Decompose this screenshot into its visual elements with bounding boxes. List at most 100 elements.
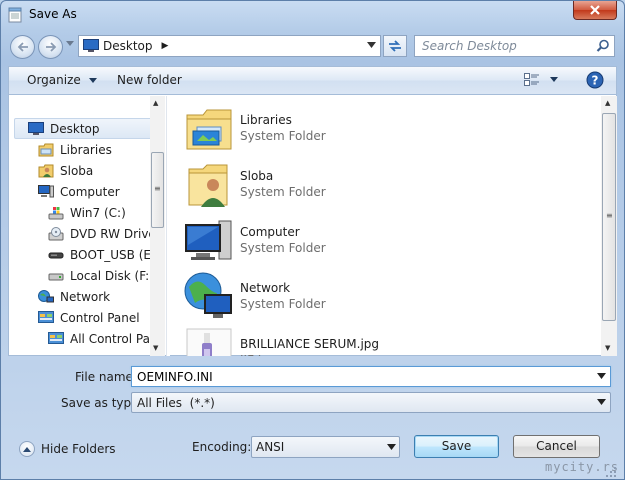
navigation-pane-scroll-thumb[interactable]: ≡: [151, 152, 164, 228]
pane-splitter[interactable]: [166, 96, 170, 356]
close-icon: [590, 5, 600, 15]
file-type: System Folder: [240, 185, 326, 199]
file-name: Computer: [240, 225, 300, 239]
file-type: JIF Image: [240, 353, 295, 356]
network-icon: [38, 290, 54, 303]
svg-text:?: ?: [592, 74, 599, 88]
back-button[interactable]: [10, 35, 35, 59]
forward-button[interactable]: [38, 35, 63, 59]
tree-item-control-panel[interactable]: Control Panel: [38, 308, 140, 328]
file-item-libraries[interactable]: Libraries System Folder: [183, 103, 583, 155]
search-input[interactable]: [422, 39, 592, 53]
libraries-icon: [38, 143, 54, 157]
tree-item-label: All Control Pan: [70, 332, 158, 346]
filename-dropdown-icon[interactable]: [597, 373, 606, 379]
file-type: System Folder: [240, 297, 326, 311]
command-bar: Organize New folder ?: [8, 66, 617, 94]
cancel-button[interactable]: Cancel: [513, 435, 600, 458]
address-history-dropdown-icon[interactable]: [367, 42, 376, 48]
scroll-up-arrow-icon[interactable]: ▲: [605, 99, 610, 107]
tree-item-label: Sloba: [60, 164, 94, 178]
scroll-up-arrow-icon[interactable]: ▲: [153, 99, 158, 107]
tree-item-label: Local Disk (F:): [70, 269, 154, 283]
windows-drive-icon: [48, 207, 64, 220]
file-name: Sloba: [240, 169, 274, 183]
filename-label: File name:: [75, 370, 137, 384]
savetype-value: All Files (*.*): [137, 396, 215, 410]
file-item-brilliance-serum[interactable]: BRILLIANCE SERUM.jpg JIF Image: [183, 327, 583, 356]
dvd-drive-icon: [48, 227, 64, 241]
hard-drive-icon: [48, 273, 64, 281]
browser-panes: Desktop Libraries Sloba Computer Win7 (C…: [8, 94, 617, 356]
organize-label: Organize: [27, 73, 81, 87]
tree-item-label: Control Panel: [60, 311, 140, 325]
address-bar[interactable]: Desktop ▶: [78, 35, 381, 57]
close-button[interactable]: [573, 1, 617, 20]
save-button[interactable]: Save: [414, 435, 499, 458]
desktop-icon: [28, 122, 44, 135]
tree-item-win7-c[interactable]: Win7 (C:): [48, 203, 126, 223]
tree-item-label: Win7 (C:): [70, 206, 126, 220]
tree-item-local-disk-f[interactable]: Local Disk (F:): [48, 266, 154, 286]
encoding-select[interactable]: ANSI: [251, 436, 400, 458]
computer-icon: [38, 185, 54, 198]
window-title: Save As: [29, 7, 77, 21]
hide-folders-button[interactable]: Hide Folders: [19, 441, 116, 457]
computer-icon: [185, 220, 232, 260]
tree-item-boot-usb[interactable]: BOOT_USB (E:): [48, 245, 160, 265]
search-box[interactable]: [414, 35, 615, 57]
file-item-computer[interactable]: Computer System Folder: [183, 215, 583, 267]
control-panel-icon: [48, 332, 64, 344]
tree-item-all-control-panel[interactable]: All Control Pan: [48, 329, 158, 349]
savetype-dropdown-icon[interactable]: [597, 399, 606, 405]
chevron-down-icon: [88, 78, 97, 83]
tree-item-label: Computer: [60, 185, 120, 199]
organize-button[interactable]: Organize: [27, 73, 97, 87]
arrow-right-icon: [45, 42, 56, 52]
tree-item-desktop[interactable]: Desktop: [28, 119, 100, 139]
recent-pages-dropdown-icon[interactable]: [66, 41, 74, 46]
notepad-icon: [8, 7, 22, 23]
file-list-scroll-thumb[interactable]: ≡: [602, 113, 616, 321]
breadcrumb-chevron-icon[interactable]: ▶: [162, 41, 169, 51]
tree-item-computer[interactable]: Computer: [38, 182, 120, 202]
filename-input[interactable]: [131, 366, 611, 387]
tree-item-label: Desktop: [50, 122, 100, 136]
address-location[interactable]: Desktop: [103, 39, 153, 53]
tree-item-dvd-drive[interactable]: DVD RW Drive (: [48, 224, 164, 244]
desktop-icon: [83, 39, 99, 52]
file-type: System Folder: [240, 241, 326, 255]
file-type: System Folder: [240, 129, 326, 143]
user-folder-icon: [188, 164, 228, 207]
file-item-sloba[interactable]: Sloba System Folder: [183, 159, 583, 211]
file-item-network[interactable]: Network System Folder: [183, 271, 583, 323]
scroll-down-arrow-icon[interactable]: ▼: [153, 344, 158, 352]
file-list[interactable]: Libraries System Folder Sloba System Fol…: [171, 96, 601, 356]
scroll-down-arrow-icon[interactable]: ▼: [605, 344, 610, 352]
file-name: BRILLIANCE SERUM.jpg: [240, 337, 380, 351]
control-panel-icon: [38, 311, 54, 323]
usb-drive-icon: [48, 252, 64, 259]
search-icon[interactable]: [596, 39, 610, 53]
refresh-button[interactable]: [383, 35, 407, 57]
navigation-pane[interactable]: Desktop Libraries Sloba Computer Win7 (C…: [10, 96, 166, 356]
encoding-dropdown-icon[interactable]: [387, 444, 396, 450]
user-folder-icon: [38, 164, 54, 178]
libraries-icon: [186, 109, 232, 150]
new-folder-button[interactable]: New folder: [117, 73, 182, 87]
change-view-icon[interactable]: [524, 73, 540, 87]
file-name: Network: [240, 281, 291, 295]
image-file-icon: [186, 328, 232, 356]
resize-grip-icon[interactable]: [605, 466, 617, 478]
tree-item-sloba[interactable]: Sloba: [38, 161, 93, 181]
tree-item-network[interactable]: Network: [38, 287, 110, 307]
refresh-icon: [389, 40, 401, 52]
savetype-select[interactable]: All Files (*.*): [131, 392, 611, 413]
tree-item-label: BOOT_USB (E:): [70, 248, 160, 262]
tree-item-libraries[interactable]: Libraries: [38, 140, 112, 160]
arrow-left-icon: [17, 42, 28, 52]
more-views-dropdown-icon[interactable]: [550, 77, 558, 82]
file-name: Libraries: [240, 113, 292, 127]
chevron-up-icon: [19, 441, 35, 457]
help-icon[interactable]: ?: [586, 71, 604, 89]
